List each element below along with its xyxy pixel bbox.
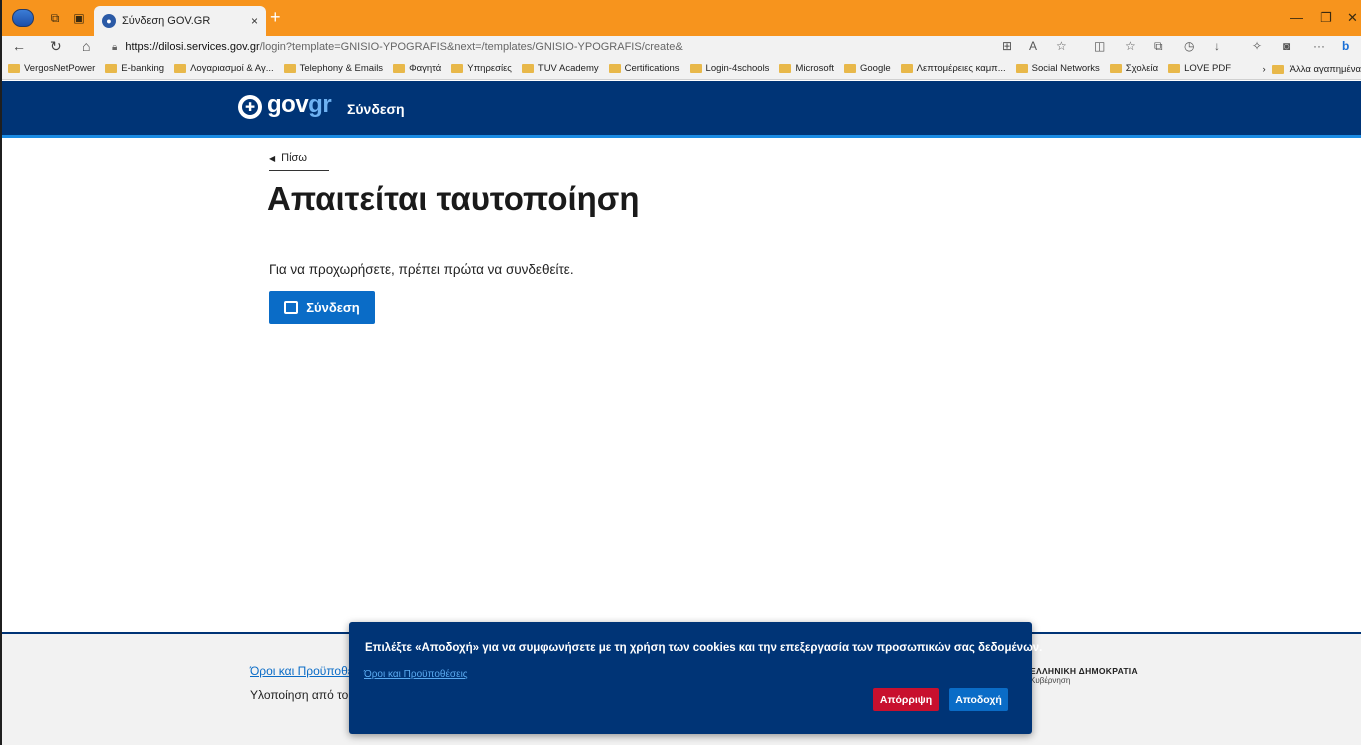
bookmark-item[interactable]: Login-4schools <box>689 63 769 74</box>
collections-icon[interactable]: ⧉ <box>46 9 64 27</box>
folder-icon <box>689 64 702 73</box>
folder-icon <box>779 64 792 73</box>
read-aloud-icon[interactable]: A <box>1029 39 1037 53</box>
folder-icon <box>1271 64 1284 74</box>
bookmark-item[interactable]: E-banking <box>105 63 164 74</box>
bookmark-item[interactable]: Social Networks <box>1015 63 1100 74</box>
new-tab-button[interactable]: + <box>270 8 281 26</box>
bookmark-item[interactable]: Φαγητά <box>393 63 441 74</box>
profile-icon[interactable] <box>12 9 34 27</box>
url-path: /login?template=GNISIO-YPOGRAFIS&next=/t… <box>259 41 683 53</box>
footer-implementation: Υλοποίηση από το <box>250 688 349 702</box>
bookmark-item[interactable]: Telephony & Emails <box>283 63 383 74</box>
restore-icon[interactable]: ❐ <box>1320 10 1332 26</box>
back-icon[interactable]: ← <box>12 38 26 54</box>
close-tab-icon[interactable]: × <box>251 14 258 28</box>
split-screen-icon[interactable]: ◫ <box>1094 39 1105 53</box>
bookmark-item[interactable]: TUV Academy <box>521 63 599 74</box>
bookmarks-bar: VergosNetPower E-banking Λογαριασμοί & Αγ.… <box>2 58 1361 80</box>
office-icon[interactable]: ◙ <box>1283 39 1290 53</box>
title-bar: ⧉ ▣ ● Σύνδεση GOV.GR × + — ❐ ✕ <box>2 0 1361 36</box>
tab-active[interactable]: ● Σύνδεση GOV.GR × <box>94 6 266 36</box>
bookmark-item[interactable]: Certifications <box>608 63 680 74</box>
minimize-icon[interactable]: — <box>1290 10 1303 25</box>
bookmark-item[interactable]: Λογαριασμοί & Αγ... <box>174 63 274 74</box>
lock-icon: 🔒︎ <box>112 41 118 53</box>
login-button[interactable]: Σύνδεση <box>269 291 375 324</box>
favorites-icon[interactable]: ☆ <box>1125 39 1136 53</box>
app-available-icon[interactable]: ⊞ <box>1002 39 1012 53</box>
url-host: https://dilosi.services.gov.gr <box>125 41 260 53</box>
site-header: ✚ govgr Σύνδεση <box>2 81 1361 138</box>
folder-icon <box>608 64 621 73</box>
collections-toolbar-icon[interactable]: ⧉ <box>1154 39 1163 54</box>
folder-icon <box>900 64 913 73</box>
service-name: Σύνδεση <box>347 101 405 117</box>
extension-icon[interactable]: ✧ <box>1252 39 1262 53</box>
login-icon <box>284 301 299 314</box>
favorite-star-icon[interactable]: ☆ <box>1056 39 1067 53</box>
other-bookmarks[interactable]: › Άλλα αγαπημένα <box>1256 58 1361 79</box>
bing-icon[interactable]: b <box>1342 39 1349 53</box>
toolbar: ← ↻ ⌂ 🔒︎ https://dilosi.services.gov.gr … <box>2 36 1361 58</box>
refresh-icon[interactable]: ↻ <box>50 38 62 55</box>
bookmark-item[interactable]: Microsoft <box>779 63 834 74</box>
page-description: Για να προχωρήσετε, πρέπει πρώτα να συνδ… <box>269 262 574 277</box>
more-icon[interactable]: ··· <box>1313 39 1325 53</box>
folder-icon <box>283 64 296 73</box>
tab-title: Σύνδεση GOV.GR <box>122 15 211 27</box>
bookmark-item[interactable]: LOVE PDF <box>1168 63 1231 74</box>
back-link[interactable]: ◀ Πίσω <box>269 152 329 171</box>
bookmark-item[interactable]: Σχολεία <box>1109 63 1158 74</box>
emblem-icon: ✚ <box>238 95 262 119</box>
home-icon[interactable]: ⌂ <box>82 38 90 54</box>
folder-icon <box>105 64 118 73</box>
folder-icon <box>451 64 464 73</box>
folder-icon <box>174 64 187 73</box>
footer-gov-sub: Κυβέρνηση <box>1030 676 1071 685</box>
folder-icon <box>521 64 534 73</box>
folder-icon <box>843 64 856 73</box>
bookmark-item[interactable]: VergosNetPower <box>8 63 95 74</box>
folder-icon <box>1015 64 1028 73</box>
footer-gov-name: ΕΛΛΗΝΙΚΗ ΔΗΜΟΚΡΑΤΙΑ <box>1030 666 1138 676</box>
bookmark-item[interactable]: Υπηρεσίες <box>451 63 512 74</box>
page-title: Απαιτείται ταυτοποίηση <box>267 180 640 217</box>
bookmark-item[interactable]: Λεπτομέρειες καμπ... <box>900 63 1006 74</box>
govgr-logo[interactable]: govgr <box>267 91 332 119</box>
address-bar[interactable]: 🔒︎ https://dilosi.services.gov.gr /login… <box>112 37 982 57</box>
accept-button[interactable]: Αποδοχή <box>949 688 1008 711</box>
folder-icon <box>1109 64 1122 73</box>
browser-window: ⧉ ▣ ● Σύνδεση GOV.GR × + — ❐ ✕ ← ↻ ⌂ 🔒︎ … <box>0 0 1361 745</box>
globe-icon: ● <box>102 14 116 28</box>
folder-icon <box>8 64 20 73</box>
cookie-text: Επιλέξτε «Αποδοχή» για να συμφωνήσετε με… <box>365 642 1043 654</box>
downloads-icon[interactable]: ↓ <box>1214 39 1220 53</box>
tab-actions-icon[interactable]: ▣ <box>70 9 88 27</box>
back-arrow-icon: ◀ <box>269 154 276 163</box>
reject-button[interactable]: Απόρριψη <box>873 688 939 711</box>
chevron-right-icon: › <box>1262 63 1266 75</box>
cookie-terms-link[interactable]: Όροι και Προϋποθέσεις <box>364 669 468 680</box>
folder-icon <box>1168 64 1181 73</box>
close-window-icon[interactable]: ✕ <box>1347 10 1358 26</box>
cookie-banner: Επιλέξτε «Αποδοχή» για να συμφωνήσετε με… <box>349 622 1043 734</box>
folder-icon <box>393 64 406 73</box>
bookmark-item[interactable]: Google <box>843 63 891 74</box>
history-icon[interactable]: ◷ <box>1184 39 1194 53</box>
